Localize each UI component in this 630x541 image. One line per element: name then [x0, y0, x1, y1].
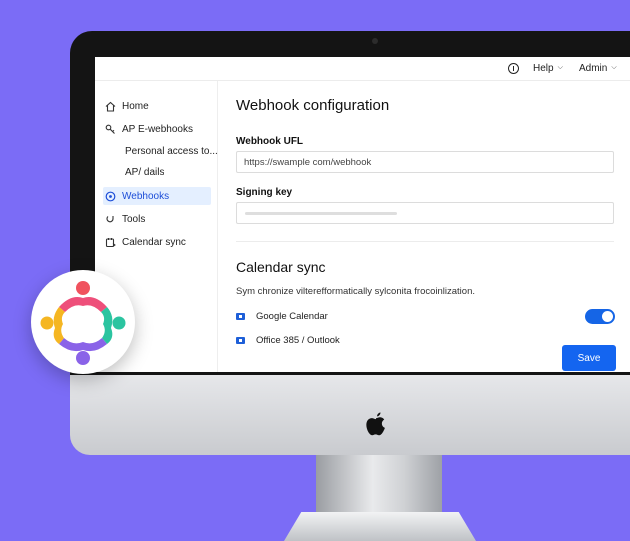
outlook-calendar-row: Office 385 / Outlook [236, 333, 340, 347]
google-calendar-row: Google Calendar [236, 309, 328, 323]
key-icon [104, 123, 116, 135]
sidebar-item-webhooks[interactable]: Webhooks [103, 187, 211, 205]
apple-logo-icon [366, 412, 385, 436]
help-label: Help [533, 62, 554, 74]
google-calendar-icon [236, 312, 245, 320]
webhook-url-value: https://swample com/webhook [244, 157, 372, 168]
admin-menu[interactable]: Admin ⌵ [579, 60, 617, 76]
google-calendar-toggle[interactable] [585, 309, 615, 324]
calendar-sync-title: Calendar sync [236, 259, 326, 275]
chevron-down-icon: ⌵ [611, 64, 617, 71]
signing-key-input[interactable] [236, 202, 614, 224]
sidebar-item-label: Home [122, 100, 149, 112]
webhook-url-input[interactable]: https://swample com/webhook [236, 151, 614, 173]
calendar-sync-description: Sym chronize vilterefformatically sylcon… [236, 286, 475, 297]
monitor-stand-neck [316, 455, 442, 515]
sidebar-item-label: Tools [122, 213, 146, 225]
section-divider [236, 241, 614, 242]
info-button[interactable] [508, 60, 519, 76]
google-calendar-label: Google Calendar [256, 310, 328, 322]
admin-label: Admin [579, 62, 608, 74]
sidebar-item-label: AP/ dails [125, 166, 165, 178]
camera-dot [372, 38, 378, 44]
home-icon [104, 100, 116, 112]
top-bar: Help ⌵ Admin ⌵ [95, 57, 630, 81]
sidebar-item-label: AP E-webhooks [122, 123, 193, 135]
outlook-calendar-icon [236, 336, 245, 344]
wrench-icon [104, 213, 116, 225]
save-button[interactable]: Save [562, 345, 616, 371]
chevron-down-icon: ⌵ [557, 64, 563, 71]
outlook-calendar-label: Office 385 / Outlook [256, 334, 340, 346]
sidebar-item-calendar-sync[interactable]: Calendar sync [104, 233, 212, 251]
page-title: Webhook configuration [236, 97, 390, 114]
sidebar-item-label: Webhooks [122, 190, 170, 202]
sidebar-item-label: Calendar sync [122, 236, 186, 248]
webhook-url-label: Webhook UFL [236, 136, 304, 147]
sidebar-item-home[interactable]: Home [104, 97, 212, 115]
masked-key-value [245, 212, 397, 215]
signing-key-label: Signing key [236, 187, 293, 198]
help-menu[interactable]: Help ⌵ [533, 60, 563, 76]
info-icon [508, 62, 519, 74]
monitor-stand-base [284, 512, 476, 541]
sidebar-item-api-details[interactable]: AP/ dails [125, 163, 217, 181]
sidebar-item-label: Personal access to... [125, 145, 217, 157]
webhook-icon [104, 190, 116, 202]
monitor-chin [70, 375, 630, 455]
calendar-sync-icon [104, 236, 116, 248]
team-logo-badge [31, 270, 135, 374]
app-screen: Help ⌵ Admin ⌵ Home AP E-webhooks Person… [95, 57, 630, 372]
sidebar-item-tools[interactable]: Tools [104, 210, 212, 228]
toggle-knob [602, 311, 613, 322]
sidebar-item-api-webhooks[interactable]: AP E-webhooks [104, 120, 212, 138]
sidebar-item-personal-access[interactable]: Personal access to... [125, 142, 217, 160]
team-circle-logo-icon [40, 281, 126, 365]
